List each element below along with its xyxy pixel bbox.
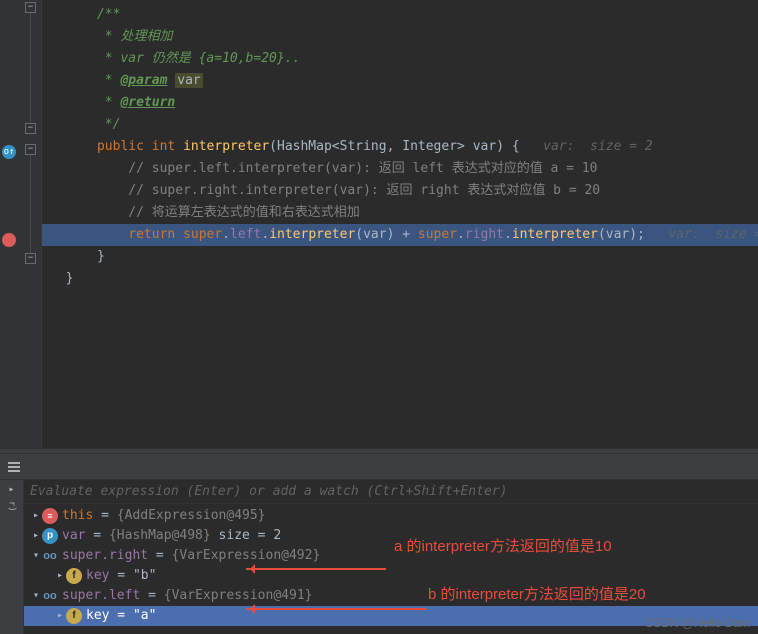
- current-execution-line: return super.left.interpreter(var) + sup…: [42, 224, 758, 246]
- expand-icon[interactable]: ▸: [30, 506, 42, 526]
- fold-icon[interactable]: −: [25, 2, 36, 13]
- collapse-icon[interactable]: ▾: [30, 546, 42, 566]
- var-name: super.right: [62, 546, 148, 566]
- var-name: var: [62, 526, 85, 546]
- var-name: super.left: [62, 586, 140, 606]
- field-icon: f: [66, 608, 82, 624]
- javadoc-return-tag: @return: [120, 95, 175, 110]
- fold-icon[interactable]: −: [25, 253, 36, 264]
- var-value: {VarExpression@492}: [172, 546, 321, 566]
- var-value: {HashMap@498}: [109, 526, 219, 546]
- doc-comment: */: [97, 117, 120, 132]
- field-icon: f: [66, 568, 82, 584]
- comment: // 将运算左表达式的值和右表达式相加: [128, 205, 359, 220]
- watch-icon: oo: [42, 588, 58, 604]
- expand-icon[interactable]: ▸: [30, 526, 42, 546]
- javadoc-param-tag: @param: [120, 73, 167, 88]
- fold-guide: [30, 8, 31, 128]
- debug-toolbar: [0, 454, 758, 480]
- var-value: {AddExpression@495}: [117, 506, 266, 526]
- debug-left-toolbar: ▸ r): [0, 480, 24, 634]
- breakpoint-icon[interactable]: [2, 233, 16, 247]
- gutter: o↑ − − − −: [0, 0, 42, 448]
- doc-comment: *: [97, 95, 120, 110]
- watch-input[interactable]: Evaluate expression (Enter) or add a wat…: [24, 480, 758, 504]
- var-name: this: [62, 506, 93, 526]
- var-value: "a": [133, 606, 156, 626]
- doc-comment: * var: [97, 51, 152, 66]
- debug-panel: ▸ r) Evaluate expression (Enter) or add …: [0, 480, 758, 634]
- code-editor[interactable]: o↑ − − − − /** * 处理相加 * var 仍然是 {a=10,b=…: [0, 0, 758, 448]
- collapse-icon[interactable]: ▾: [30, 586, 42, 606]
- keyword-public: public: [97, 139, 144, 154]
- expand-icon[interactable]: ▸: [54, 566, 66, 586]
- settings-icon[interactable]: [6, 459, 22, 475]
- variables-tree[interactable]: ▸ ≡ this = {AddExpression@495} ▸ p var =…: [24, 504, 758, 628]
- var-row-right-key[interactable]: ▸ f key = "b": [24, 566, 758, 586]
- doc-comment: 仍然是 {a=10,b=20}..: [152, 51, 301, 66]
- inline-hint: var: size = 2: [520, 139, 653, 154]
- var-name: key: [86, 606, 109, 626]
- doc-comment: *: [97, 73, 120, 88]
- watermark: CSDN @Hello Dam: [644, 616, 750, 630]
- param-icon: p: [42, 528, 58, 544]
- watch-icon: oo: [42, 548, 58, 564]
- doc-comment: *: [97, 29, 120, 44]
- keyword-int: int: [152, 139, 175, 154]
- fold-icon[interactable]: −: [25, 123, 36, 134]
- frames-icon[interactable]: ▸: [8, 484, 14, 495]
- breakpoint-mark-icon: ≡: [42, 508, 58, 524]
- doc-comment: 处理相加: [120, 29, 172, 44]
- comment: // super.left.interpreter(var): 返回 left …: [128, 161, 597, 176]
- var-row-this[interactable]: ▸ ≡ this = {AddExpression@495}: [24, 506, 758, 526]
- var-row-var[interactable]: ▸ p var = {HashMap@498} size = 2: [24, 526, 758, 546]
- comment: // super.right.interpreter(var): 返回 righ…: [128, 183, 600, 198]
- javadoc-param-name: var: [175, 73, 202, 88]
- doc-comment: /**: [97, 7, 120, 22]
- var-name: key: [86, 566, 109, 586]
- method-name: interpreter: [183, 139, 269, 154]
- var-row-super-right[interactable]: ▾ oo super.right = {VarExpression@492}: [24, 546, 758, 566]
- inline-hint: var: size =: [645, 227, 758, 242]
- var-value: {VarExpression@491}: [164, 586, 313, 606]
- var-row-super-left[interactable]: ▾ oo super.left = {VarExpression@491}: [24, 586, 758, 606]
- override-gutter-icon[interactable]: o↑: [2, 145, 16, 159]
- fold-icon[interactable]: −: [25, 144, 36, 155]
- var-value: "b": [133, 566, 156, 586]
- expand-icon[interactable]: ▸: [54, 606, 66, 626]
- code-content[interactable]: /** * 处理相加 * var 仍然是 {a=10,b=20}.. * @pa…: [42, 0, 758, 448]
- fold-guide: [30, 150, 31, 260]
- text-icon[interactable]: r): [7, 501, 17, 512]
